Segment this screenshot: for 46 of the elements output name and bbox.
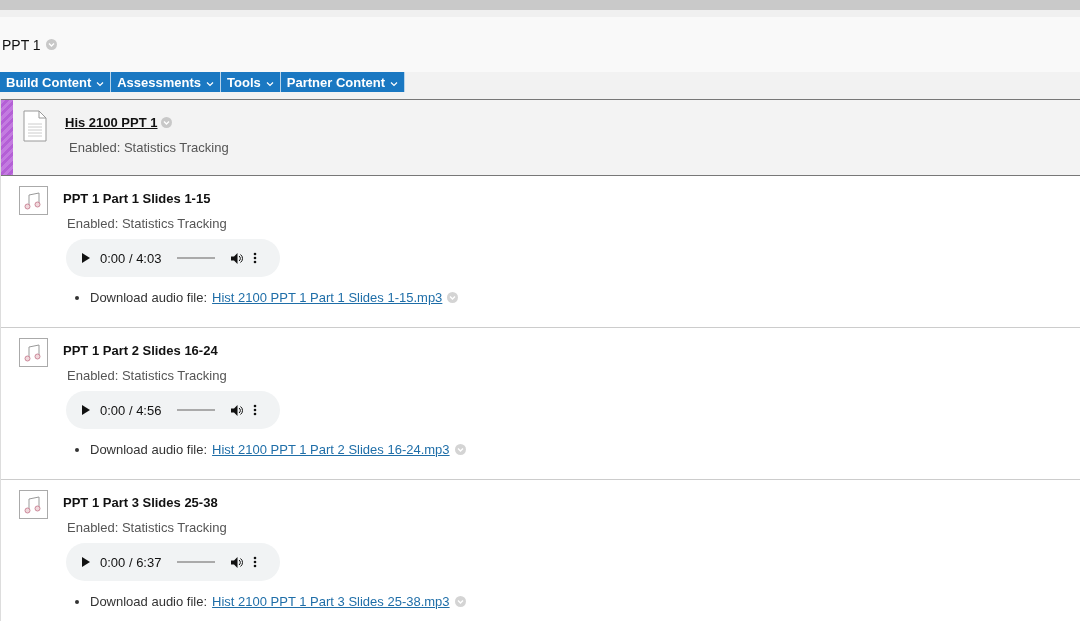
bullet xyxy=(75,447,79,452)
time-display: 0:00 / 4:56 xyxy=(100,402,162,418)
music-note-icon xyxy=(19,338,48,367)
menu-button[interactable]: Tools xyxy=(221,72,281,92)
item-title: PPT 1 Part 3 Slides 25-38 xyxy=(63,494,218,510)
time-display: 0:00 / 4:03 xyxy=(100,250,162,266)
caret-icon xyxy=(265,80,274,87)
music-note-icon xyxy=(19,490,48,519)
play-icon[interactable] xyxy=(82,405,90,415)
more-options-icon[interactable] xyxy=(253,556,258,568)
download-label: Download audio file: xyxy=(90,442,208,457)
audio-player[interactable]: 0:00 / 4:03 xyxy=(66,239,280,277)
item-status: Enabled: Statistics Tracking xyxy=(69,140,229,155)
caret-icon xyxy=(206,80,215,87)
drag-handle[interactable] xyxy=(1,100,13,175)
play-icon[interactable] xyxy=(82,253,90,263)
download-label: Download audio file: xyxy=(90,594,208,609)
item-title-link[interactable]: His 2100 PPT 1 xyxy=(65,114,158,130)
menu-button[interactable]: Assessments xyxy=(111,72,222,92)
file-link[interactable]: Hist 2100 PPT 1 Part 1 Slides 1-15.mp3 xyxy=(212,290,443,305)
item-title: PPT 1 Part 2 Slides 16-24 xyxy=(63,342,218,358)
document-icon xyxy=(23,110,47,142)
item-status: Enabled: Statistics Tracking xyxy=(67,368,228,383)
more-options-icon[interactable] xyxy=(253,404,258,416)
bullet xyxy=(75,599,79,604)
time-display: 0:00 / 6:37 xyxy=(100,554,162,570)
volume-icon[interactable] xyxy=(231,404,244,416)
music-note-icon xyxy=(19,186,48,215)
play-icon[interactable] xyxy=(82,557,90,567)
file-link[interactable]: Hist 2100 PPT 1 Part 2 Slides 16-24.mp3 xyxy=(212,442,450,457)
audio-player[interactable]: 0:00 / 4:56 xyxy=(66,391,280,429)
download-label: Download audio file: xyxy=(90,290,208,305)
volume-icon[interactable] xyxy=(231,252,244,264)
menu-button[interactable]: Build Content xyxy=(0,72,112,92)
menu-button[interactable]: Partner Content xyxy=(280,72,405,92)
caret-icon xyxy=(390,80,398,87)
bullet xyxy=(75,295,79,300)
file-link[interactable]: Hist 2100 PPT 1 Part 3 Slides 25-38.mp3 xyxy=(212,594,450,609)
page-title: PPT 1 xyxy=(2,36,41,53)
item-title: PPT 1 Part 1 Slides 1-15 xyxy=(63,190,211,206)
caret-icon xyxy=(96,80,105,87)
audio-player[interactable]: 0:00 / 6:37 xyxy=(66,543,280,581)
item-status: Enabled: Statistics Tracking xyxy=(67,216,228,231)
more-options-icon[interactable] xyxy=(253,252,258,264)
item-status: Enabled: Statistics Tracking xyxy=(67,520,228,535)
volume-icon[interactable] xyxy=(231,556,244,568)
